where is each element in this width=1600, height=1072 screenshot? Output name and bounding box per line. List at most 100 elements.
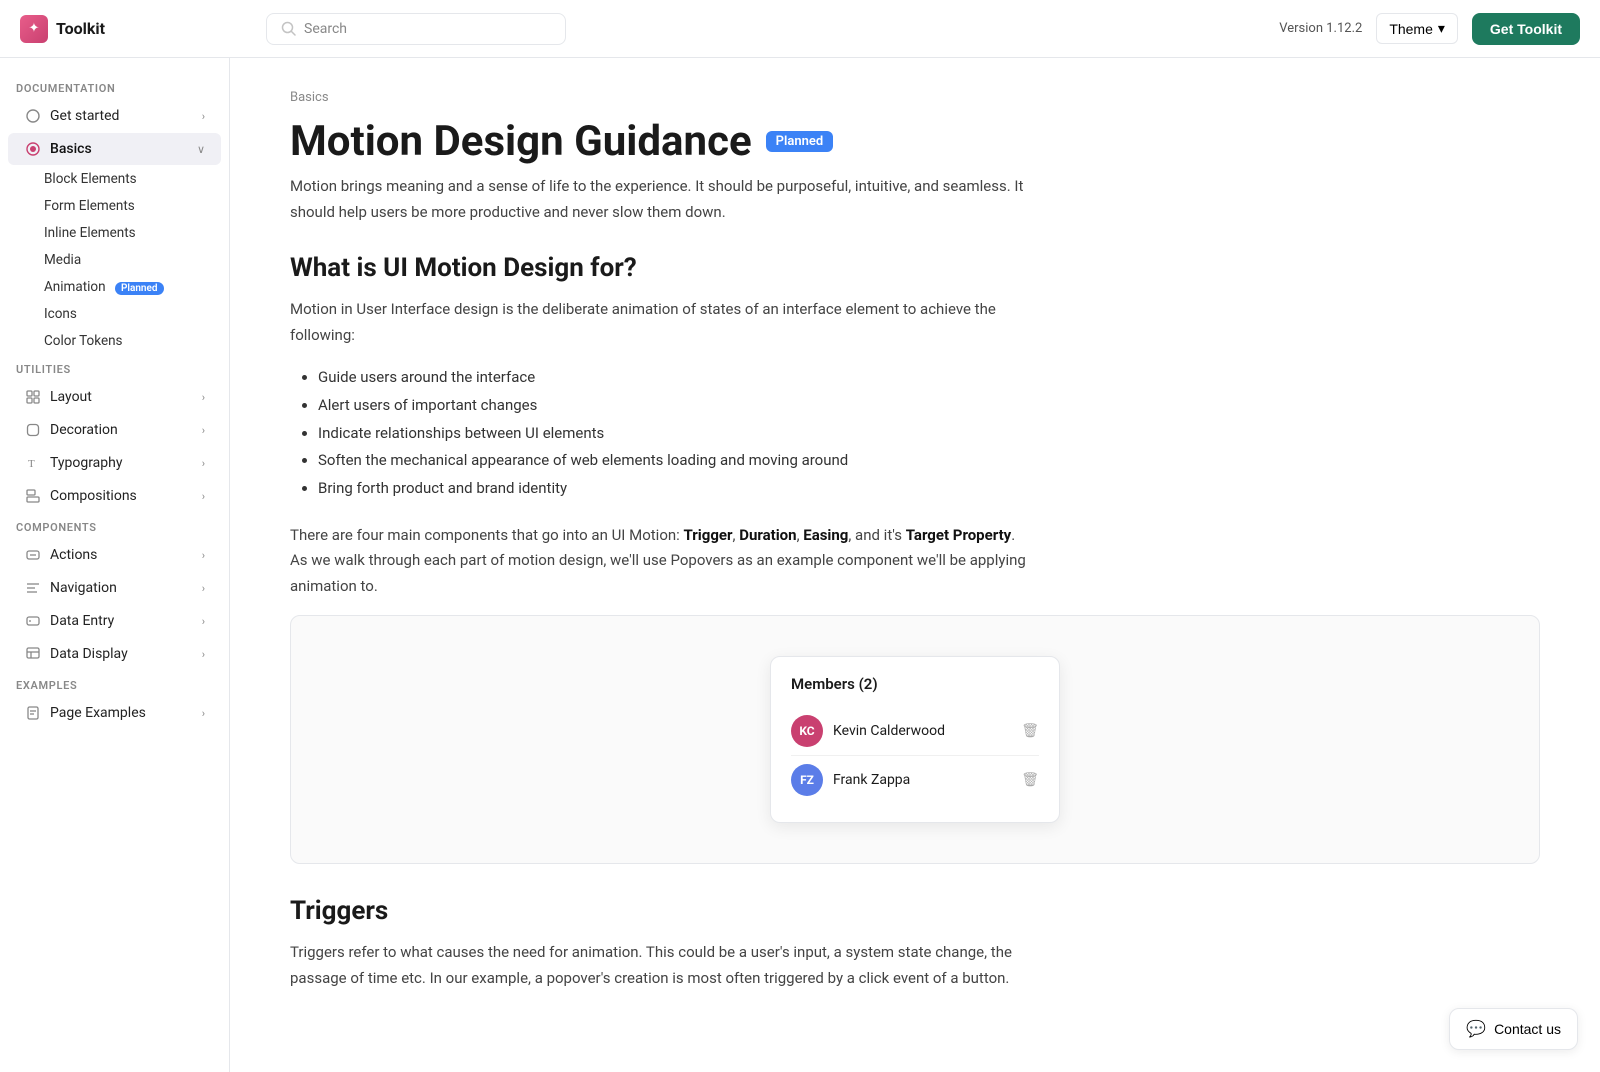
contact-icon: 💬 <box>1466 1019 1486 1039</box>
sidebar-subitem-form-elements[interactable]: Form Elements <box>8 193 221 219</box>
sidebar-section-examples: Examples <box>0 671 229 696</box>
search-input[interactable]: Search <box>266 13 566 45</box>
sidebar-section-documentation: Documentation <box>0 74 229 99</box>
data-display-icon <box>24 645 42 663</box>
chevron-down-icon: ▾ <box>1438 20 1445 37</box>
chevron-down-basics-icon: ∨ <box>197 143 205 156</box>
planned-badge: Planned <box>766 131 834 152</box>
avatar-fz: FZ <box>791 764 823 796</box>
sidebar-item-label-basics: Basics <box>50 141 92 157</box>
list-item: Indicate relationships between UI elemen… <box>318 420 1010 448</box>
sidebar-subitem-block-elements[interactable]: Block Elements <box>8 166 221 192</box>
popover-card: Members (2) KC Kevin Calderwood 🗑 FZ Fra… <box>770 656 1060 823</box>
sidebar-item-label-layout: Layout <box>50 389 92 405</box>
sidebar-subitem-media[interactable]: Media <box>8 247 221 273</box>
list-item: Soften the mechanical appearance of web … <box>318 447 1010 475</box>
sidebar-item-layout[interactable]: Layout › <box>8 381 221 413</box>
sidebar-subitem-color-tokens[interactable]: Color Tokens <box>8 328 221 354</box>
trash-icon-fz[interactable]: 🗑 <box>1021 772 1039 788</box>
main-layout: Documentation Get started › Basics ∨ Blo… <box>0 58 1600 1072</box>
member-row-kc: KC Kevin Calderwood 🗑 <box>791 707 1039 756</box>
chevron-right-data-entry-icon: › <box>202 615 205 628</box>
svg-text:T: T <box>28 458 35 470</box>
decoration-icon <box>24 421 42 439</box>
nav-right: Version 1.12.2 Theme ▾ Get Toolkit <box>1279 13 1580 45</box>
page-title: Motion Design Guidance Planned <box>290 117 1540 166</box>
logo-area: Toolkit <box>20 15 250 43</box>
actions-icon <box>24 546 42 564</box>
search-placeholder: Search <box>304 21 347 37</box>
chevron-right-icon: › <box>202 110 205 123</box>
sidebar-section-components: Components <box>0 513 229 538</box>
chevron-right-layout-icon: › <box>202 391 205 404</box>
section1-body: Motion in User Interface design is the d… <box>290 297 1030 348</box>
sidebar-item-label-data-display: Data Display <box>50 646 128 662</box>
sidebar-item-data-entry[interactable]: Data Entry › <box>8 605 221 637</box>
chevron-right-actions-icon: › <box>202 549 205 562</box>
section2-heading: Triggers <box>290 896 1540 926</box>
list-item: Bring forth product and brand identity <box>318 475 1010 503</box>
section1-extra: There are four main components that go i… <box>290 523 1030 600</box>
chevron-right-typography-icon: › <box>202 457 205 470</box>
sidebar-item-actions[interactable]: Actions › <box>8 539 221 571</box>
bullet-list: Guide users around the interface Alert u… <box>290 364 1010 503</box>
contact-us-button[interactable]: 💬 Contact us <box>1449 1008 1578 1050</box>
chevron-right-navigation-icon: › <box>202 582 205 595</box>
logo-icon <box>20 15 48 43</box>
sidebar-subitem-animation[interactable]: Animation Planned <box>8 274 221 300</box>
popover-title: Members (2) <box>791 675 1039 693</box>
sidebar-item-typography[interactable]: T Typography › <box>8 447 221 479</box>
sidebar-item-navigation[interactable]: Navigation › <box>8 572 221 604</box>
contact-label: Contact us <box>1494 1021 1561 1037</box>
top-nav: Toolkit Search Version 1.12.2 Theme ▾ Ge… <box>0 0 1600 58</box>
animation-planned-badge: Planned <box>115 282 164 295</box>
sidebar-item-page-examples[interactable]: Page Examples › <box>8 697 221 729</box>
version-label: Version 1.12.2 <box>1279 21 1362 36</box>
sidebar-item-label-actions: Actions <box>50 547 97 563</box>
compositions-icon <box>24 487 42 505</box>
sidebar: Documentation Get started › Basics ∨ Blo… <box>0 58 230 1072</box>
get-started-icon <box>24 107 42 125</box>
sidebar-subitem-inline-elements[interactable]: Inline Elements <box>8 220 221 246</box>
member-name-fz: Frank Zappa <box>833 772 1011 788</box>
theme-button[interactable]: Theme ▾ <box>1376 13 1458 44</box>
logo-text: Toolkit <box>56 19 105 38</box>
navigation-icon <box>24 579 42 597</box>
list-item: Alert users of important changes <box>318 392 1010 420</box>
chevron-right-page-examples-icon: › <box>202 707 205 720</box>
sidebar-subitem-icons[interactable]: Icons <box>8 301 221 327</box>
sidebar-item-basics[interactable]: Basics ∨ <box>8 133 221 165</box>
section1-heading: What is UI Motion Design for? <box>290 253 1540 283</box>
sidebar-item-label-compositions: Compositions <box>50 488 137 504</box>
typography-icon: T <box>24 454 42 472</box>
data-entry-icon <box>24 612 42 630</box>
search-icon <box>281 21 296 36</box>
sidebar-item-label-get-started: Get started <box>50 108 119 124</box>
sidebar-item-decoration[interactable]: Decoration › <box>8 414 221 446</box>
sidebar-item-data-display[interactable]: Data Display › <box>8 638 221 670</box>
sidebar-item-label-typography: Typography <box>50 455 122 471</box>
get-toolkit-button[interactable]: Get Toolkit <box>1472 13 1580 45</box>
intro-text: Motion brings meaning and a sense of lif… <box>290 174 1030 225</box>
page-title-text: Motion Design Guidance <box>290 117 752 166</box>
sidebar-section-utilities: Utilities <box>0 355 229 380</box>
sidebar-item-get-started[interactable]: Get started › <box>8 100 221 132</box>
sidebar-item-label-navigation: Navigation <box>50 580 117 596</box>
section2-body: Triggers refer to what causes the need f… <box>290 940 1030 991</box>
theme-label: Theme <box>1389 21 1433 37</box>
avatar-kc: KC <box>791 715 823 747</box>
chevron-right-compositions-icon: › <box>202 490 205 503</box>
main-content: Basics Motion Design Guidance Planned Mo… <box>230 58 1600 1072</box>
list-item: Guide users around the interface <box>318 364 1010 392</box>
layout-icon <box>24 388 42 406</box>
page-examples-icon <box>24 704 42 722</box>
chevron-right-data-display-icon: › <box>202 648 205 661</box>
sidebar-item-label-page-examples: Page Examples <box>50 705 146 721</box>
breadcrumb: Basics <box>290 90 1540 105</box>
sidebar-item-label-decoration: Decoration <box>50 422 118 438</box>
sidebar-item-label-data-entry: Data Entry <box>50 613 114 629</box>
basics-icon <box>24 140 42 158</box>
trash-icon-kc[interactable]: 🗑 <box>1021 723 1039 739</box>
sidebar-item-compositions[interactable]: Compositions › <box>8 480 221 512</box>
chevron-right-decoration-icon: › <box>202 424 205 437</box>
